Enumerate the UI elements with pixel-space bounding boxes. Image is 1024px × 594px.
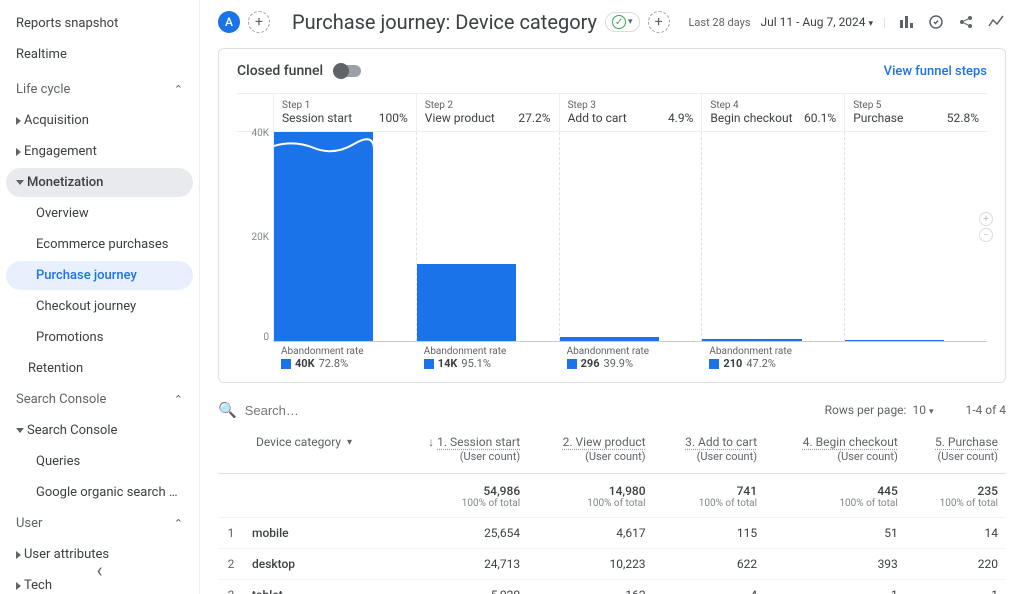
- page-title: Purchase journey: Device category ✓ ▾ +: [292, 10, 670, 34]
- sidebar-section-label: User: [16, 516, 42, 531]
- sidebar-item-overview[interactable]: Overview: [6, 199, 193, 228]
- sidebar-item-monetization[interactable]: Monetization: [6, 168, 193, 197]
- col-header-4[interactable]: 4. Begin checkout(User count): [765, 425, 906, 474]
- triangle-right-icon: [16, 148, 21, 156]
- add-comparison-button[interactable]: +: [648, 11, 670, 33]
- share-icon[interactable]: [956, 12, 976, 32]
- col-header-1[interactable]: ↓ 1. Session start(User count): [391, 425, 528, 474]
- zoom-in-button[interactable]: +: [979, 212, 993, 226]
- totals-row: 54,986100% of total 14,980100% of total …: [218, 474, 1006, 518]
- date-preset-label: Last 28 days: [689, 16, 751, 29]
- sidebar-item-promotions[interactable]: Promotions: [6, 323, 193, 352]
- col-header-2[interactable]: 2. View product(User count): [528, 425, 653, 474]
- rows-per-page-label: Rows per page:: [825, 403, 907, 417]
- sidebar-item-engagement[interactable]: Engagement: [6, 137, 193, 166]
- funnel-bar-2: [417, 264, 516, 341]
- chevron-down-icon: ▾: [929, 407, 934, 417]
- col-header-5[interactable]: 5. Purchase(User count): [906, 425, 1006, 474]
- triangle-down-icon: [16, 180, 24, 185]
- chevron-down-icon: ▾: [628, 17, 633, 27]
- date-range[interactable]: Jul 11 - Aug 7, 2024 ▾: [761, 15, 874, 29]
- triangle-right-icon: [16, 582, 21, 590]
- sidebar-section-label: Search Console: [16, 392, 106, 407]
- sidebar: Reports snapshot Realtime Life cycle ⌃ A…: [0, 0, 200, 594]
- sidebar-item-queries[interactable]: Queries: [6, 447, 193, 476]
- table-row[interactable]: 3 tablet 5,020162411: [218, 580, 1006, 594]
- funnel-bar-5: [845, 340, 944, 341]
- legend-square-icon: [709, 359, 719, 369]
- legend-square-icon: [424, 359, 434, 369]
- sidebar-section-label: Life cycle: [16, 82, 70, 97]
- rows-per-page-select[interactable]: 10 ▾: [912, 403, 933, 417]
- funnel-chart: 40K 20K 0 + −: [237, 132, 987, 342]
- topbar: A + Purchase journey: Device category ✓ …: [200, 0, 1024, 44]
- legend-square-icon: [567, 359, 577, 369]
- sidebar-reports-snapshot[interactable]: Reports snapshot: [0, 8, 199, 39]
- sidebar-item-organic[interactable]: Google organic search traffic: [6, 478, 193, 507]
- funnel-steps-header: Step 1Session start100% Step 2View produ…: [237, 93, 987, 132]
- sidebar-item-checkout-journey[interactable]: Checkout journey: [6, 292, 193, 321]
- col-header-3[interactable]: 3. Add to cart(User count): [654, 425, 766, 474]
- funnel-bar-4: [702, 339, 801, 341]
- sidebar-section-lifecycle[interactable]: Life cycle ⌃: [0, 74, 199, 105]
- sidebar-section-user[interactable]: User ⌃: [0, 508, 199, 539]
- main-content: A + Purchase journey: Device category ✓ …: [200, 0, 1024, 594]
- sidebar-item-search-console[interactable]: Search Console: [6, 416, 193, 445]
- status-pill[interactable]: ✓ ▾: [605, 12, 640, 32]
- sidebar-item-ecommerce[interactable]: Ecommerce purchases: [6, 230, 193, 259]
- sidebar-collapse-button[interactable]: ‹: [96, 558, 102, 582]
- funnel-bar-3: [560, 337, 659, 341]
- chevron-down-icon: ▾: [347, 437, 352, 448]
- check-icon: ✓: [612, 15, 626, 29]
- segment-badge[interactable]: A: [218, 11, 240, 33]
- chevron-up-icon: ⌃: [174, 517, 183, 530]
- panel-title: Closed funnel: [237, 63, 323, 79]
- view-funnel-steps-link[interactable]: View funnel steps: [884, 64, 987, 79]
- data-table-section: 🔍 Rows per page: 10 ▾ 1-4 of 4 Device ca…: [218, 395, 1006, 594]
- search-input[interactable]: [245, 403, 445, 418]
- triangle-right-icon: [16, 551, 21, 559]
- sidebar-realtime[interactable]: Realtime: [0, 39, 199, 70]
- table-row[interactable]: 1 mobile 25,6544,6171155114: [218, 518, 1006, 549]
- triangle-down-icon: [16, 428, 24, 433]
- sort-down-icon: ↓: [428, 435, 434, 449]
- triangle-right-icon: [16, 117, 21, 125]
- abandonment-row: Abandonment rate40K72.8% Abandonment rat…: [237, 346, 987, 370]
- closed-funnel-toggle[interactable]: [335, 65, 361, 77]
- funnel-bar-1: [274, 132, 373, 341]
- pagination-info: 1-4 of 4: [965, 403, 1006, 417]
- bar-chart-icon[interactable]: [896, 12, 916, 32]
- sidebar-item-purchase-journey[interactable]: Purchase journey: [6, 261, 193, 290]
- chevron-down-icon: ▾: [869, 19, 874, 29]
- table-row[interactable]: 2 desktop 24,71310,223622393220: [218, 549, 1006, 580]
- search-icon: 🔍: [218, 401, 237, 419]
- legend-square-icon: [281, 359, 291, 369]
- chevron-up-icon: ⌃: [174, 83, 183, 96]
- dimension-header[interactable]: Device category ▾: [226, 435, 383, 449]
- sidebar-section-search-console[interactable]: Search Console ⌃: [0, 384, 199, 415]
- sidebar-item-retention[interactable]: Retention: [6, 354, 193, 383]
- add-segment-button[interactable]: +: [248, 11, 270, 33]
- insights-icon[interactable]: [986, 12, 1006, 32]
- data-table: Device category ▾ ↓ 1. Session start(Use…: [218, 425, 1006, 594]
- edit-icon[interactable]: [926, 12, 946, 32]
- zoom-out-button[interactable]: −: [979, 228, 993, 242]
- funnel-panel: Closed funnel View funnel steps Step 1Se…: [218, 48, 1006, 383]
- sidebar-item-acquisition[interactable]: Acquisition: [6, 106, 193, 135]
- chevron-up-icon: ⌃: [174, 393, 183, 406]
